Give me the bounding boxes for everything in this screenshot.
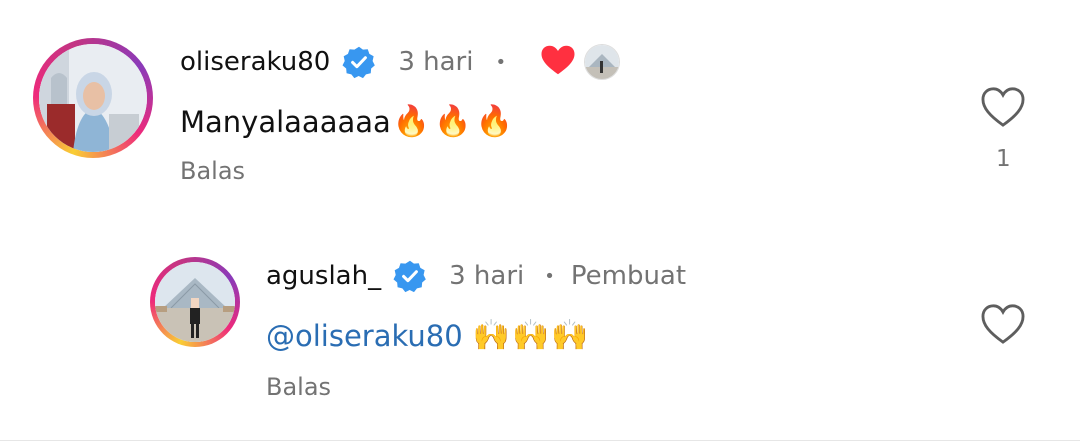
separator-dot: •	[544, 265, 555, 287]
avatar[interactable]	[33, 38, 153, 158]
red-heart-icon	[540, 44, 576, 80]
mention-link[interactable]: @oliseraku80	[266, 319, 463, 353]
author-avatar-mini	[584, 44, 621, 80]
raising-hands-emoji: 🙌🙌🙌	[472, 318, 591, 353]
separator-dot: •	[495, 51, 507, 73]
comment-text: Manyalaaaaaa	[180, 105, 391, 139]
like-button[interactable]	[980, 86, 1026, 128]
reply-button[interactable]: Balas	[180, 157, 245, 185]
avatar-photo	[39, 44, 147, 152]
reply-time: 3 hari	[449, 261, 525, 291]
comment-time: 3 hari	[398, 47, 474, 77]
comment-username[interactable]: oliseraku80	[180, 47, 330, 77]
heart-outline-icon	[980, 303, 1026, 345]
avatar[interactable]	[150, 257, 240, 347]
reply-button[interactable]: Balas	[266, 373, 331, 401]
reply-item: aguslah_ 3 hari • Pembuat @oliseraku80 🙌…	[0, 220, 1080, 420]
like-count: 1	[996, 146, 1011, 172]
reply-username[interactable]: aguslah_	[266, 261, 381, 291]
divider	[0, 440, 1080, 441]
fire-emoji: 🔥🔥🔥	[392, 104, 517, 139]
author-badge: Pembuat	[570, 261, 687, 291]
comment-item: oliseraku80 3 hari • Manyalaaaaaa 🔥🔥�	[0, 0, 1080, 220]
like-button[interactable]	[980, 303, 1026, 345]
heart-outline-icon	[980, 86, 1026, 128]
verified-badge-icon	[342, 45, 376, 79]
avatar-photo	[155, 262, 235, 342]
verified-badge-icon	[393, 259, 427, 293]
